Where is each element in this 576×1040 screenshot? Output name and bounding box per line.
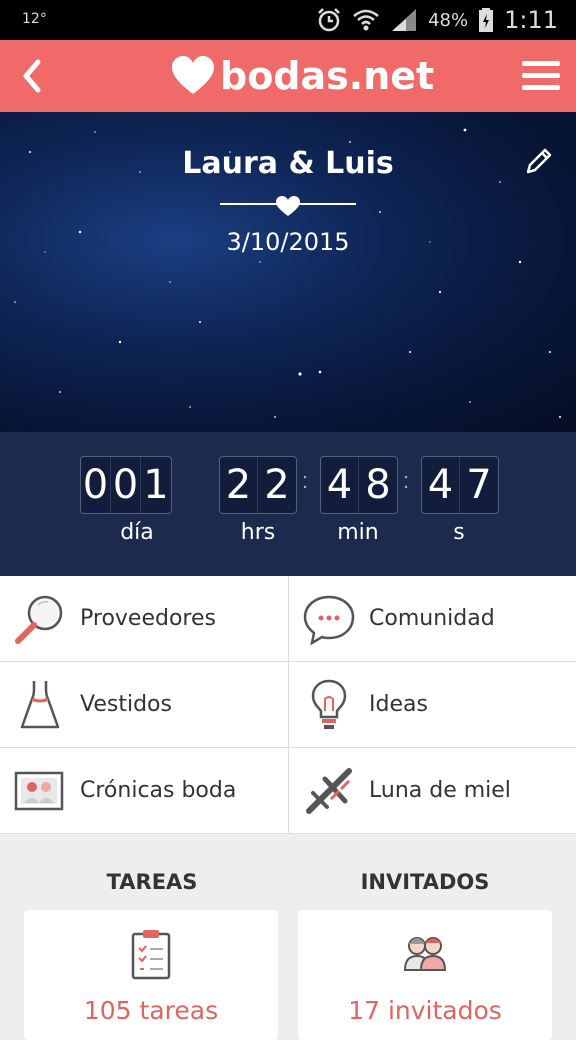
back-icon[interactable] [10,52,58,100]
menu-item-label: Crónicas boda [80,778,237,803]
guests-icon [403,937,447,971]
heart-logo-icon [172,56,214,94]
couple-names: Laura & Luis [182,146,394,181]
tasks-count: 105 tareas [83,996,219,1025]
menu-item-label: Proveedores [80,606,216,631]
menu-item-cronicas[interactable]: Crónicas boda [0,748,288,834]
days-digit: 1 [143,462,169,508]
minutes-counter: 4 8 [320,456,398,514]
alarm-icon [318,8,340,32]
minutes-label: min [337,520,379,545]
days-label: día [120,520,154,545]
menu-item-comunidad[interactable]: Comunidad [288,576,576,662]
days-digit: 0 [111,457,141,513]
battery-percent: 48% [428,9,469,31]
clock: 1:11 [504,6,558,34]
days-digit: 0 [81,457,111,513]
countdown-timer: 0 0 1 2 2 : 4 8 : 4 7 día hrs min s [0,432,576,576]
seconds-counter: 4 7 [421,456,499,514]
seconds-digit: 7 [466,462,492,508]
guests-count: 17 invitados [348,996,502,1025]
days-counter: 0 0 1 [80,456,172,514]
tasks-heading: TAREAS [106,870,198,894]
guests-card[interactable]: 17 invitados [298,910,552,1040]
seconds-digit: 4 [422,457,460,513]
heart-divider [220,196,356,216]
hours-label: hrs [240,520,276,545]
section-menu: Proveedores Comunidad Vestidos Ideas Cró… [0,576,576,834]
hours-digit: 2 [264,462,290,508]
menu-item-label: Vestidos [80,692,172,717]
magnifier-icon [15,595,63,644]
minutes-digit: 4 [321,457,359,513]
menu-item-ideas[interactable]: Ideas [288,662,576,748]
brand-name: bodas.net [220,54,435,98]
status-bar: 12° 48% 1:11 [0,0,576,40]
hamburger-menu-icon[interactable] [516,52,564,100]
app-bar: bodas.net [0,40,576,112]
menu-item-label: Luna de miel [369,778,511,803]
hours-counter: 2 2 [219,456,297,514]
menu-item-label: Ideas [369,692,428,717]
summary-section: TAREAS INVITADOS 105 tareas 17 invitados [0,834,576,1040]
temperature: 12° [22,11,47,27]
lightbulb-icon [311,679,347,729]
menu-item-label: Comunidad [369,606,495,631]
tasks-card[interactable]: 105 tareas [24,910,278,1040]
signal-icon [392,9,417,31]
airplane-icon [306,767,352,814]
edit-pencil-icon[interactable] [522,144,556,178]
hours-digit: 2 [220,457,258,513]
dress-icon [20,680,60,728]
guests-heading: INVITADOS [360,870,490,894]
menu-item-proveedores[interactable]: Proveedores [0,576,288,662]
colon-separator: : [302,468,309,493]
minutes-digit: 8 [365,462,391,508]
wifi-icon [353,9,379,31]
menu-item-vestidos[interactable]: Vestidos [0,662,288,748]
seconds-label: s [453,520,465,545]
menu-item-luna-de-miel[interactable]: Luna de miel [288,748,576,834]
chat-bubble-icon [303,595,355,646]
battery-icon [479,8,494,32]
wedding-date: 3/10/2015 [226,228,350,256]
photo-icon [14,771,64,810]
hero-banner: Laura & Luis 3/10/2015 [0,112,576,432]
colon-separator: : [403,468,410,493]
clipboard-icon [131,930,171,980]
brand-logo: bodas.net [170,48,434,104]
